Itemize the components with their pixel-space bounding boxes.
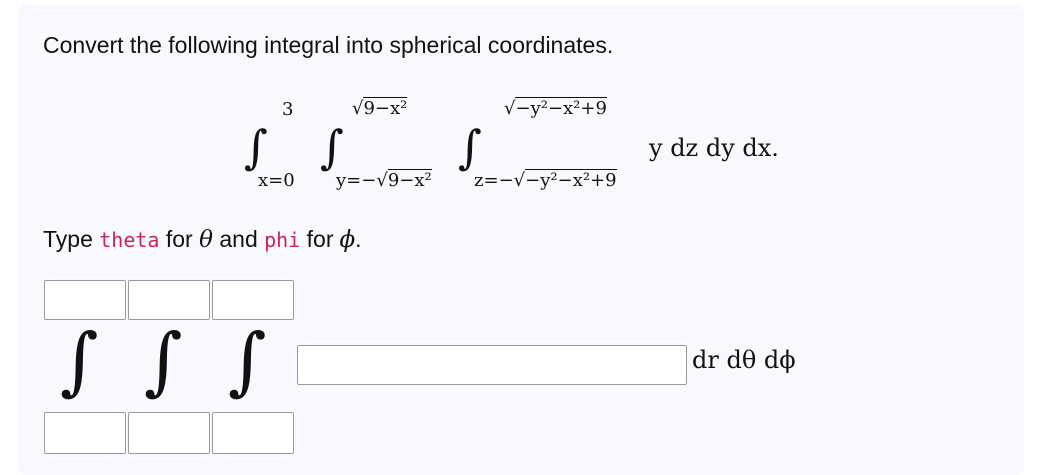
for-label-theta: for <box>165 226 193 252</box>
differentials: dr dθ dϕ <box>692 346 796 374</box>
phi-code: phi <box>264 228 301 252</box>
middle-lower-limit: y=−√9−x² <box>336 169 432 191</box>
middle-upper-limit: √9−x² <box>352 97 408 119</box>
inner-lower-radicand: −y²−x²+9 <box>525 169 617 191</box>
sqrt-symbol: √ <box>352 98 364 119</box>
integrand: y dz dy dx. <box>649 134 779 162</box>
middle-integral-sign: ∫ <box>320 120 344 174</box>
instructions: Type theta for θ and phi for ϕ. <box>43 226 362 253</box>
inner-upper-radicand: −y²−x²+9 <box>515 97 607 119</box>
type-label: Type <box>43 226 93 252</box>
middle-upper-radicand: 9−x² <box>363 97 408 119</box>
integrand-input[interactable] <box>297 345 687 385</box>
inner-upper-limit: √−y²−x²+9 <box>504 97 607 119</box>
inner-lower-limit: z=−√−y²−x²+9 <box>474 169 617 191</box>
middle-lower-prefix: y=− <box>336 170 377 191</box>
middle-lower-radicand: 9−x² <box>387 169 432 191</box>
theta-symbol: θ <box>199 227 213 253</box>
outer-upper-limit: 3 <box>282 99 294 120</box>
phi-symbol: ϕ <box>339 227 356 253</box>
upper-limit-1-input[interactable] <box>44 280 126 320</box>
outer-integral-sign: ∫ <box>244 120 268 174</box>
inner-integral-sign: ∫ <box>458 120 482 174</box>
answer-integral-sign-3: ∫ <box>228 318 267 404</box>
upper-limit-2-input[interactable] <box>128 280 210 320</box>
period: . <box>355 226 362 252</box>
for-label-phi: for <box>306 226 334 252</box>
sqrt-symbol: √ <box>376 170 388 191</box>
sqrt-symbol: √ <box>504 98 516 119</box>
theta-code: theta <box>99 228 160 252</box>
sqrt-symbol: √ <box>513 170 526 191</box>
upper-limit-3-input[interactable] <box>212 280 294 320</box>
and-label: and <box>219 226 258 252</box>
answer-integral-sign-1: ∫ <box>60 318 99 404</box>
inner-lower-prefix: z=− <box>474 170 514 191</box>
lower-limit-2-input[interactable] <box>128 412 210 454</box>
lower-limit-1-input[interactable] <box>44 412 126 454</box>
answer-integral-sign-2: ∫ <box>144 318 183 404</box>
lower-limit-3-input[interactable] <box>212 412 294 454</box>
question-text: Convert the following integral into sphe… <box>43 32 614 58</box>
outer-lower-limit: x=0 <box>258 170 295 191</box>
